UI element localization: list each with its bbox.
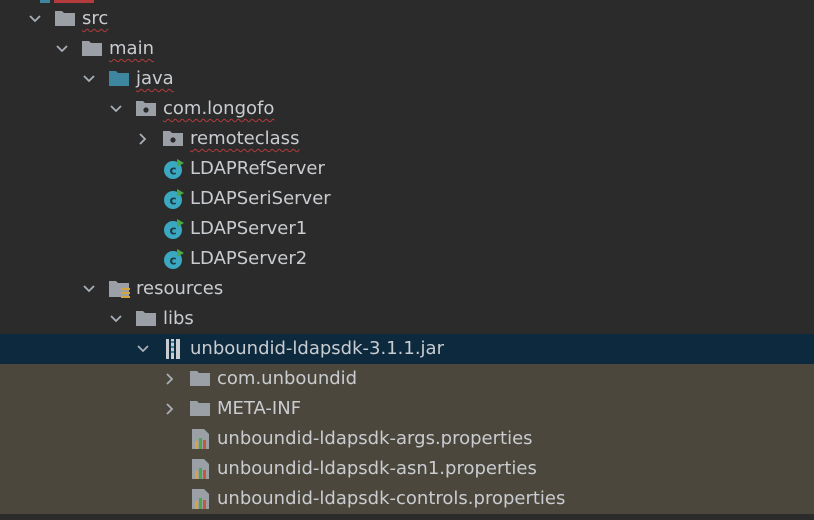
tree-node-label: com.unboundid	[217, 368, 358, 389]
tree-node-ldapserver2[interactable]: c LDAPServer2	[0, 244, 814, 274]
tree-node-label: unboundid-ldapsdk-controls.properties	[217, 488, 566, 509]
properties-file-icon	[189, 488, 213, 510]
tree-node-unboundid-jar[interactable]: unboundid-ldapsdk-3.1.1.jar	[0, 334, 814, 364]
tree-node-controls-properties[interactable]: unboundid-ldapsdk-controls.properties	[0, 484, 814, 514]
runnable-class-icon: c	[162, 218, 186, 240]
chevron-down-icon[interactable]	[53, 34, 73, 64]
folder-icon	[81, 38, 105, 60]
svg-text:c: c	[169, 254, 176, 268]
tree-node-label: LDAPRefServer	[190, 158, 325, 179]
jar-icon	[162, 338, 186, 360]
chevron-down-icon[interactable]	[107, 304, 127, 334]
folder-icon	[135, 308, 159, 330]
tree-node-main[interactable]: main	[0, 34, 814, 64]
tree-node-com-longofo[interactable]: com.longofo	[0, 94, 814, 124]
tree-node-label: LDAPServer2	[190, 248, 308, 269]
tree-node-label: remoteclass	[190, 128, 300, 149]
tree-node-libs[interactable]: libs	[0, 304, 814, 334]
tree-node-label: unboundid-ldapsdk-args.properties	[217, 428, 533, 449]
tree-node-remoteclass[interactable]: remoteclass	[0, 124, 814, 154]
scroll-edge-marker	[40, 0, 100, 3]
tree-node-label: unboundid-ldapsdk-asn1.properties	[217, 458, 537, 479]
tree-node-asn1-properties[interactable]: unboundid-ldapsdk-asn1.properties	[0, 454, 814, 484]
chevron-down-icon[interactable]	[107, 94, 127, 124]
svg-text:c: c	[169, 224, 176, 238]
resources-folder-icon	[108, 278, 132, 300]
folder-icon	[54, 8, 78, 30]
tree-node-label: resources	[136, 278, 224, 299]
tree-node-ldapserver1[interactable]: c LDAPServer1	[0, 214, 814, 244]
tree-node-args-properties[interactable]: unboundid-ldapsdk-args.properties	[0, 424, 814, 454]
runnable-class-icon: c	[162, 158, 186, 180]
runnable-class-icon: c	[162, 188, 186, 210]
tree-node-resources[interactable]: resources	[0, 274, 814, 304]
chevron-down-icon[interactable]	[80, 274, 100, 304]
chevron-down-icon[interactable]	[26, 4, 46, 34]
tree-node-meta-inf[interactable]: META-INF	[0, 394, 814, 424]
chevron-right-icon[interactable]	[134, 124, 154, 154]
project-tree: src main java com.longofo remoteclass c …	[0, 0, 814, 514]
tree-node-ldapseriserver[interactable]: c LDAPSeriServer	[0, 184, 814, 214]
folder-icon	[189, 398, 213, 420]
tree-node-label: libs	[163, 308, 194, 329]
chevron-right-icon[interactable]	[161, 394, 181, 424]
tree-node-ldaprefserver[interactable]: c LDAPRefServer	[0, 154, 814, 184]
properties-file-icon	[189, 458, 213, 480]
tree-node-label: unboundid-ldapsdk-3.1.1.jar	[190, 338, 444, 359]
source-folder-icon	[108, 68, 132, 90]
chevron-down-icon[interactable]	[134, 334, 154, 364]
package-icon	[135, 98, 159, 120]
package-icon	[162, 128, 186, 150]
tree-node-java[interactable]: java	[0, 64, 814, 94]
runnable-class-icon: c	[162, 248, 186, 270]
tree-node-label: LDAPServer1	[190, 218, 308, 239]
tree-node-label: LDAPSeriServer	[190, 188, 331, 209]
tree-node-label: src	[82, 8, 109, 29]
tree-node-com-unboundid[interactable]: com.unboundid	[0, 364, 814, 394]
tree-node-src[interactable]: src	[0, 4, 814, 34]
tree-node-label: META-INF	[217, 398, 302, 419]
tree-node-label: java	[136, 68, 174, 89]
folder-icon	[189, 368, 213, 390]
tree-node-label: main	[109, 38, 154, 59]
chevron-right-icon[interactable]	[161, 364, 181, 394]
properties-file-icon	[189, 428, 213, 450]
tree-node-label: com.longofo	[163, 98, 275, 119]
chevron-down-icon[interactable]	[80, 64, 100, 94]
svg-text:c: c	[169, 194, 176, 208]
svg-text:c: c	[169, 164, 176, 178]
